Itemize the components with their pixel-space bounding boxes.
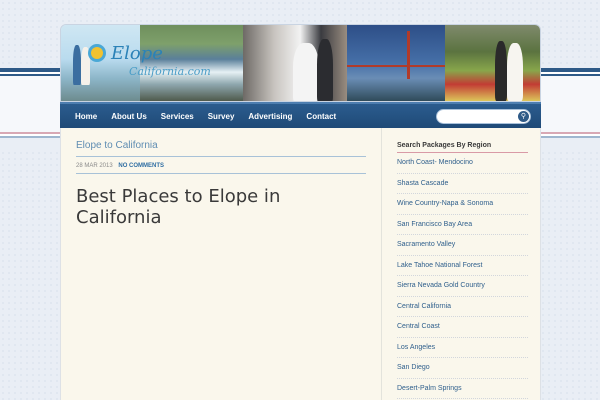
page-wrapper: Elope California.com Home About Us Servi… [60, 24, 541, 400]
region-link[interactable]: Desert-Palm Springs [397, 379, 528, 399]
nav-item-about-us[interactable]: About Us [111, 112, 147, 121]
region-link[interactable]: Lake Tahoe National Forest [397, 256, 528, 276]
region-link[interactable]: North Coast- Mendocino [397, 153, 528, 174]
site-logo[interactable]: Elope California.com [111, 45, 251, 81]
groom-figure [73, 45, 81, 85]
search-icon[interactable]: ⚲ [518, 111, 529, 122]
bridge-tower [406, 31, 410, 79]
comments-link[interactable]: NO COMMENTS [118, 163, 164, 169]
bride-dress [293, 43, 320, 101]
region-link[interactable]: Sacramento Valley [397, 235, 528, 256]
ceremony-photo [243, 25, 347, 101]
content-area: Elope to California 28 MAR 2013 NO COMME… [60, 128, 541, 400]
nav-item-home[interactable]: Home [75, 112, 97, 121]
nav-item-advertising[interactable]: Advertising [248, 112, 292, 121]
bride-figure [81, 47, 90, 85]
garden-couple-photo [445, 25, 540, 101]
region-link[interactable]: Los Angeles [397, 338, 528, 358]
region-link[interactable]: Central Coast [397, 317, 528, 338]
golden-gate-photo [346, 25, 446, 101]
post-title[interactable]: Best Places to Elope in California [76, 186, 366, 228]
post-date: 28 MAR 2013 [76, 163, 113, 169]
groom-suit [317, 39, 334, 101]
bridge-deck [346, 65, 446, 67]
region-link[interactable]: San Diego [397, 358, 528, 379]
search-box: ⚲ [436, 109, 531, 127]
sidebar-heading: Search Packages By Region [397, 142, 528, 153]
main-nav: Home About Us Services Survey Advertisin… [60, 102, 541, 128]
main-column: Elope to California 28 MAR 2013 NO COMME… [76, 140, 366, 228]
region-link[interactable]: Wine Country-Napa & Sonoma [397, 194, 528, 215]
region-link[interactable]: Central California [397, 297, 528, 317]
region-link[interactable]: San Francisco Bay Area [397, 215, 528, 235]
nav-item-survey[interactable]: Survey [208, 112, 235, 121]
post-meta: 28 MAR 2013 NO COMMENTS [76, 163, 366, 174]
logo-sub-text: California.com [129, 65, 211, 78]
region-link[interactable]: Sierra Nevada Gold Country [397, 276, 528, 297]
header-banner: Elope California.com [60, 24, 541, 102]
nav-item-services[interactable]: Services [161, 112, 194, 121]
category-title[interactable]: Elope to California [76, 140, 366, 157]
region-list: North Coast- Mendocino Shasta Cascade Wi… [397, 153, 528, 399]
flower-logo-icon [91, 47, 103, 59]
bride-figure-2 [507, 43, 524, 101]
sidebar: Search Packages By Region North Coast- M… [381, 128, 542, 400]
nav-item-contact[interactable]: Contact [306, 112, 336, 121]
logo-main-text: Elope [111, 43, 163, 64]
region-link[interactable]: Shasta Cascade [397, 174, 528, 194]
search-input[interactable] [443, 114, 521, 127]
groom-figure-2 [495, 41, 508, 101]
